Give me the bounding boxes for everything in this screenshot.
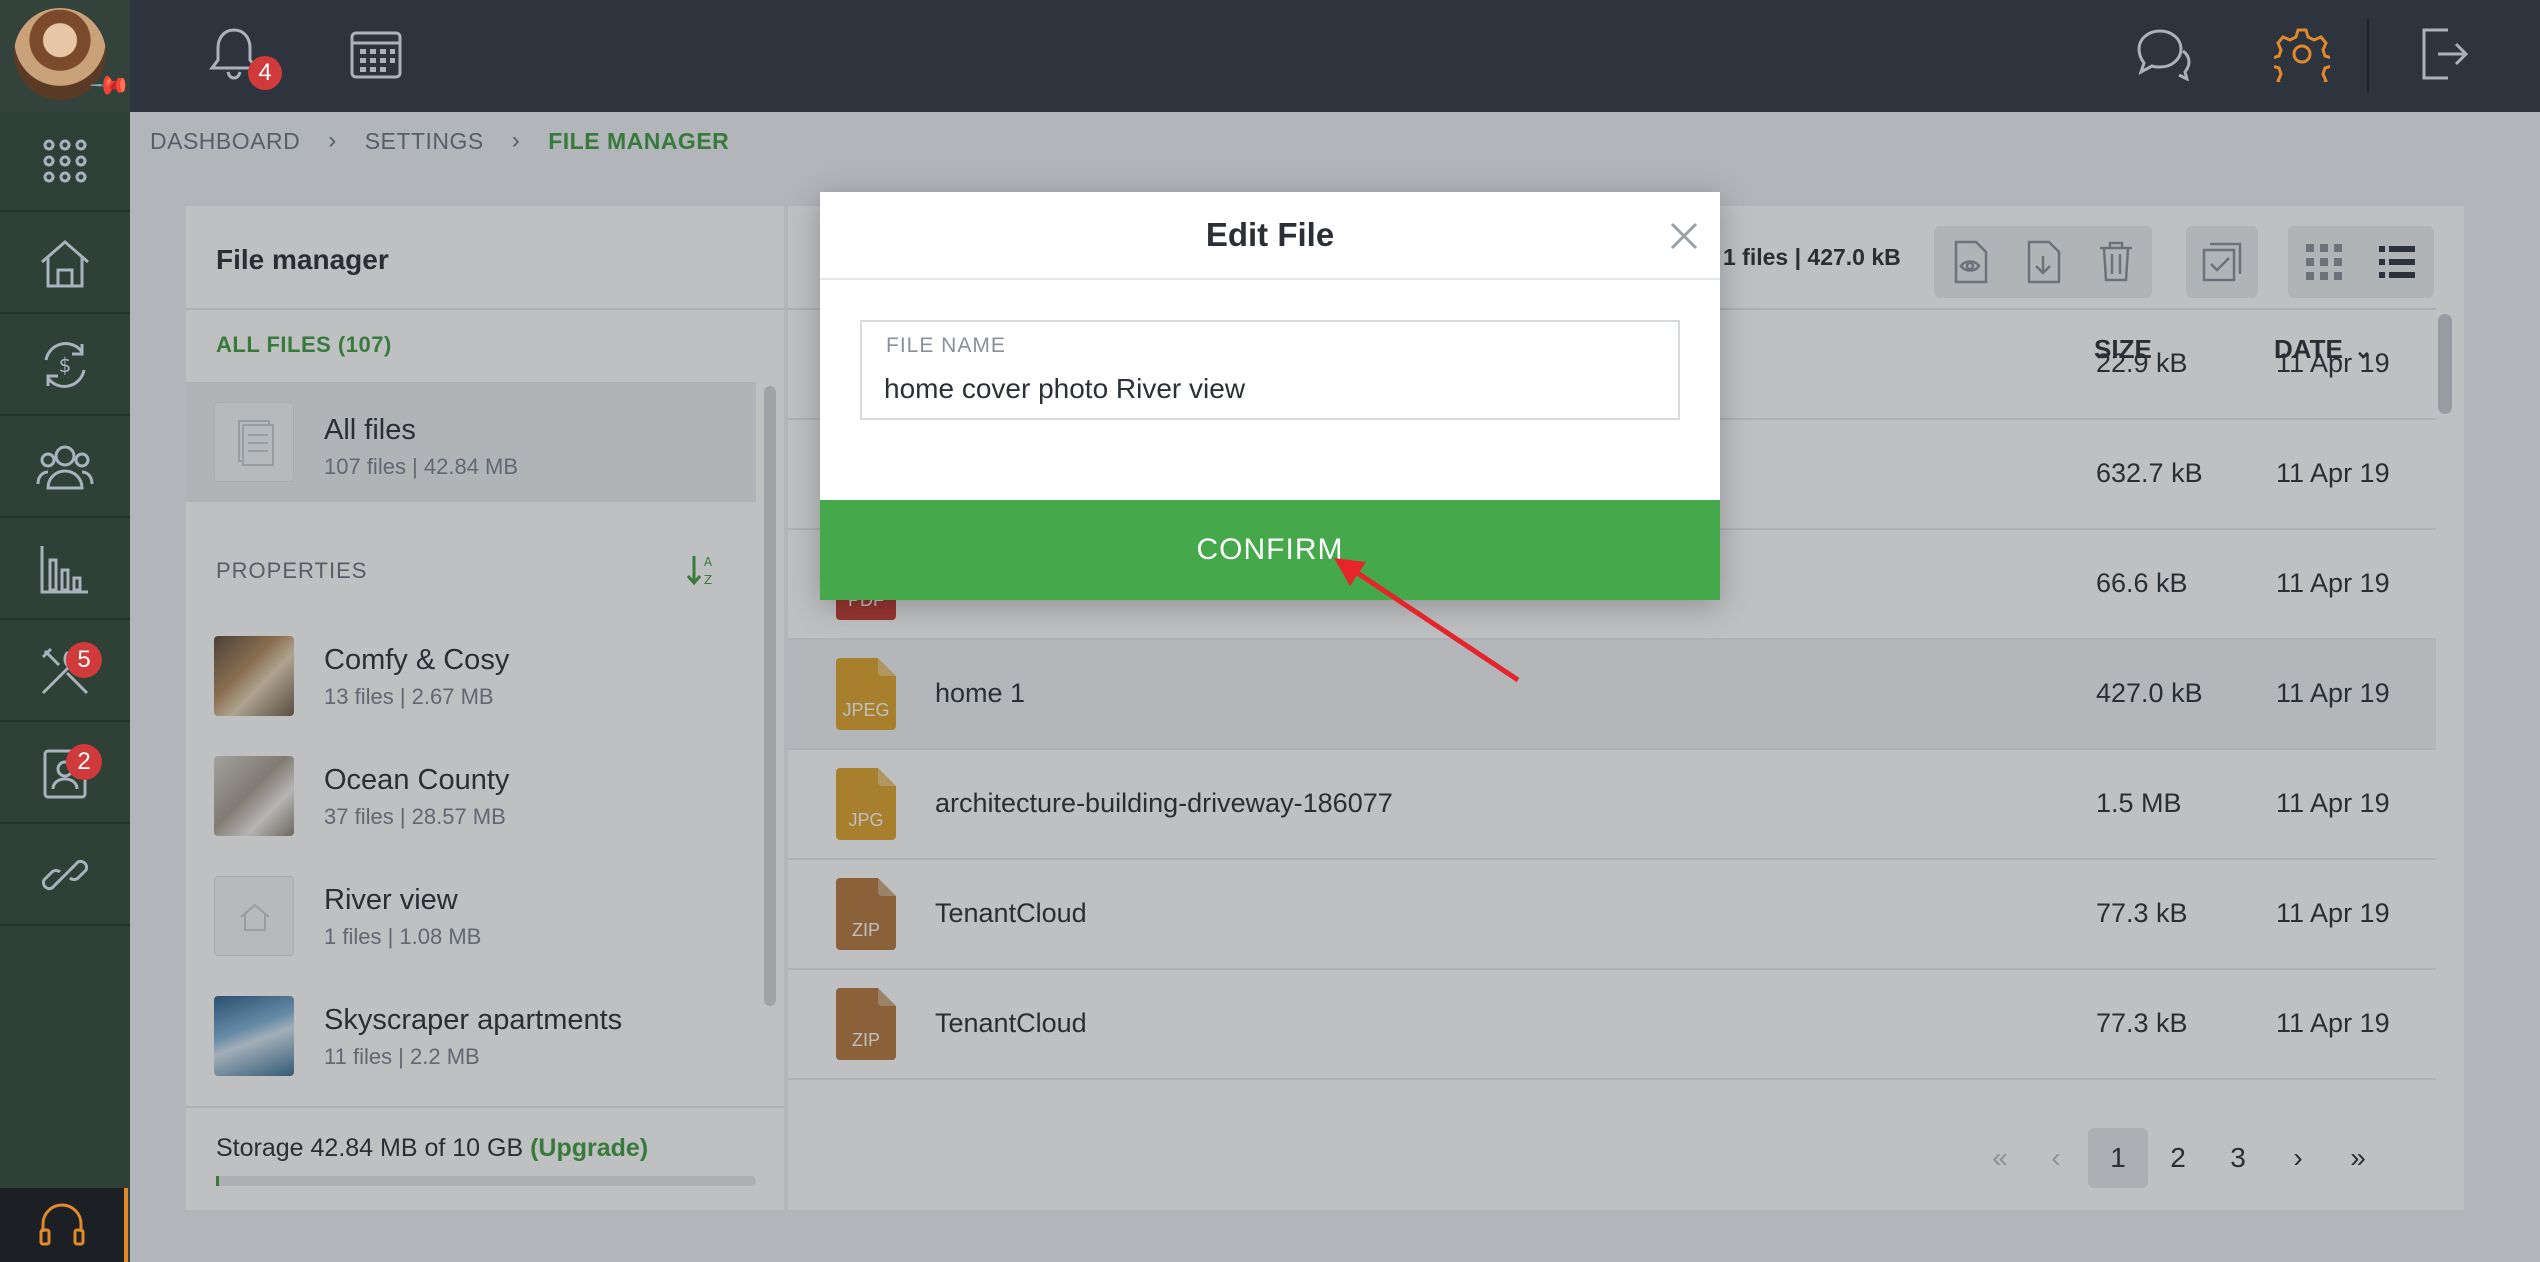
- file-name-input[interactable]: [884, 370, 1644, 408]
- people-icon: [36, 445, 94, 490]
- calendar-icon[interactable]: [344, 22, 408, 86]
- headset-icon: [39, 1203, 85, 1246]
- confirm-button[interactable]: CONFIRM: [820, 500, 1720, 600]
- annotation-arrow-icon: [1334, 558, 1520, 683]
- bell-icon[interactable]: 4: [202, 22, 282, 90]
- maintenance-badge: 5: [66, 642, 102, 678]
- gear-icon[interactable]: [2270, 22, 2334, 86]
- sidebar-item-contacts[interactable]: 2: [0, 724, 130, 824]
- contacts-badge: 2: [66, 744, 102, 780]
- sidebar: $ 5 2: [0, 112, 130, 1262]
- sidebar-item-reports[interactable]: [0, 520, 130, 620]
- topbar-divider: [2367, 18, 2369, 92]
- edit-file-dialog: Edit File FILE NAME CONFIRM: [820, 192, 1720, 600]
- logout-icon[interactable]: [2412, 22, 2476, 86]
- sidebar-item-links[interactable]: [0, 826, 130, 926]
- sidebar-item-properties[interactable]: [0, 214, 130, 314]
- notification-badge: 4: [248, 56, 282, 90]
- sidebar-item-people[interactable]: [0, 418, 130, 518]
- apps-grid-icon: [43, 139, 87, 183]
- svg-text:$: $: [59, 353, 72, 377]
- link-icon: [41, 859, 89, 891]
- money-cycle-icon: $: [44, 342, 86, 388]
- user-avatar-area[interactable]: 📌: [0, 0, 133, 112]
- sidebar-item-maintenance[interactable]: 5: [0, 622, 130, 722]
- file-name-label: FILE NAME: [886, 334, 1006, 357]
- sidebar-item-payments[interactable]: $: [0, 316, 130, 416]
- file-name-field[interactable]: FILE NAME: [860, 320, 1680, 420]
- bar-chart-icon: [40, 546, 88, 594]
- divider: [820, 278, 1720, 280]
- sidebar-item-apps[interactable]: [0, 112, 130, 212]
- chat-icon[interactable]: [2130, 22, 2194, 86]
- house-icon: [41, 240, 89, 288]
- top-bar: 📌 4: [0, 0, 2540, 112]
- dialog-title: Edit File: [1205, 216, 1335, 253]
- close-icon[interactable]: [1666, 218, 1702, 254]
- support-button[interactable]: [0, 1188, 128, 1262]
